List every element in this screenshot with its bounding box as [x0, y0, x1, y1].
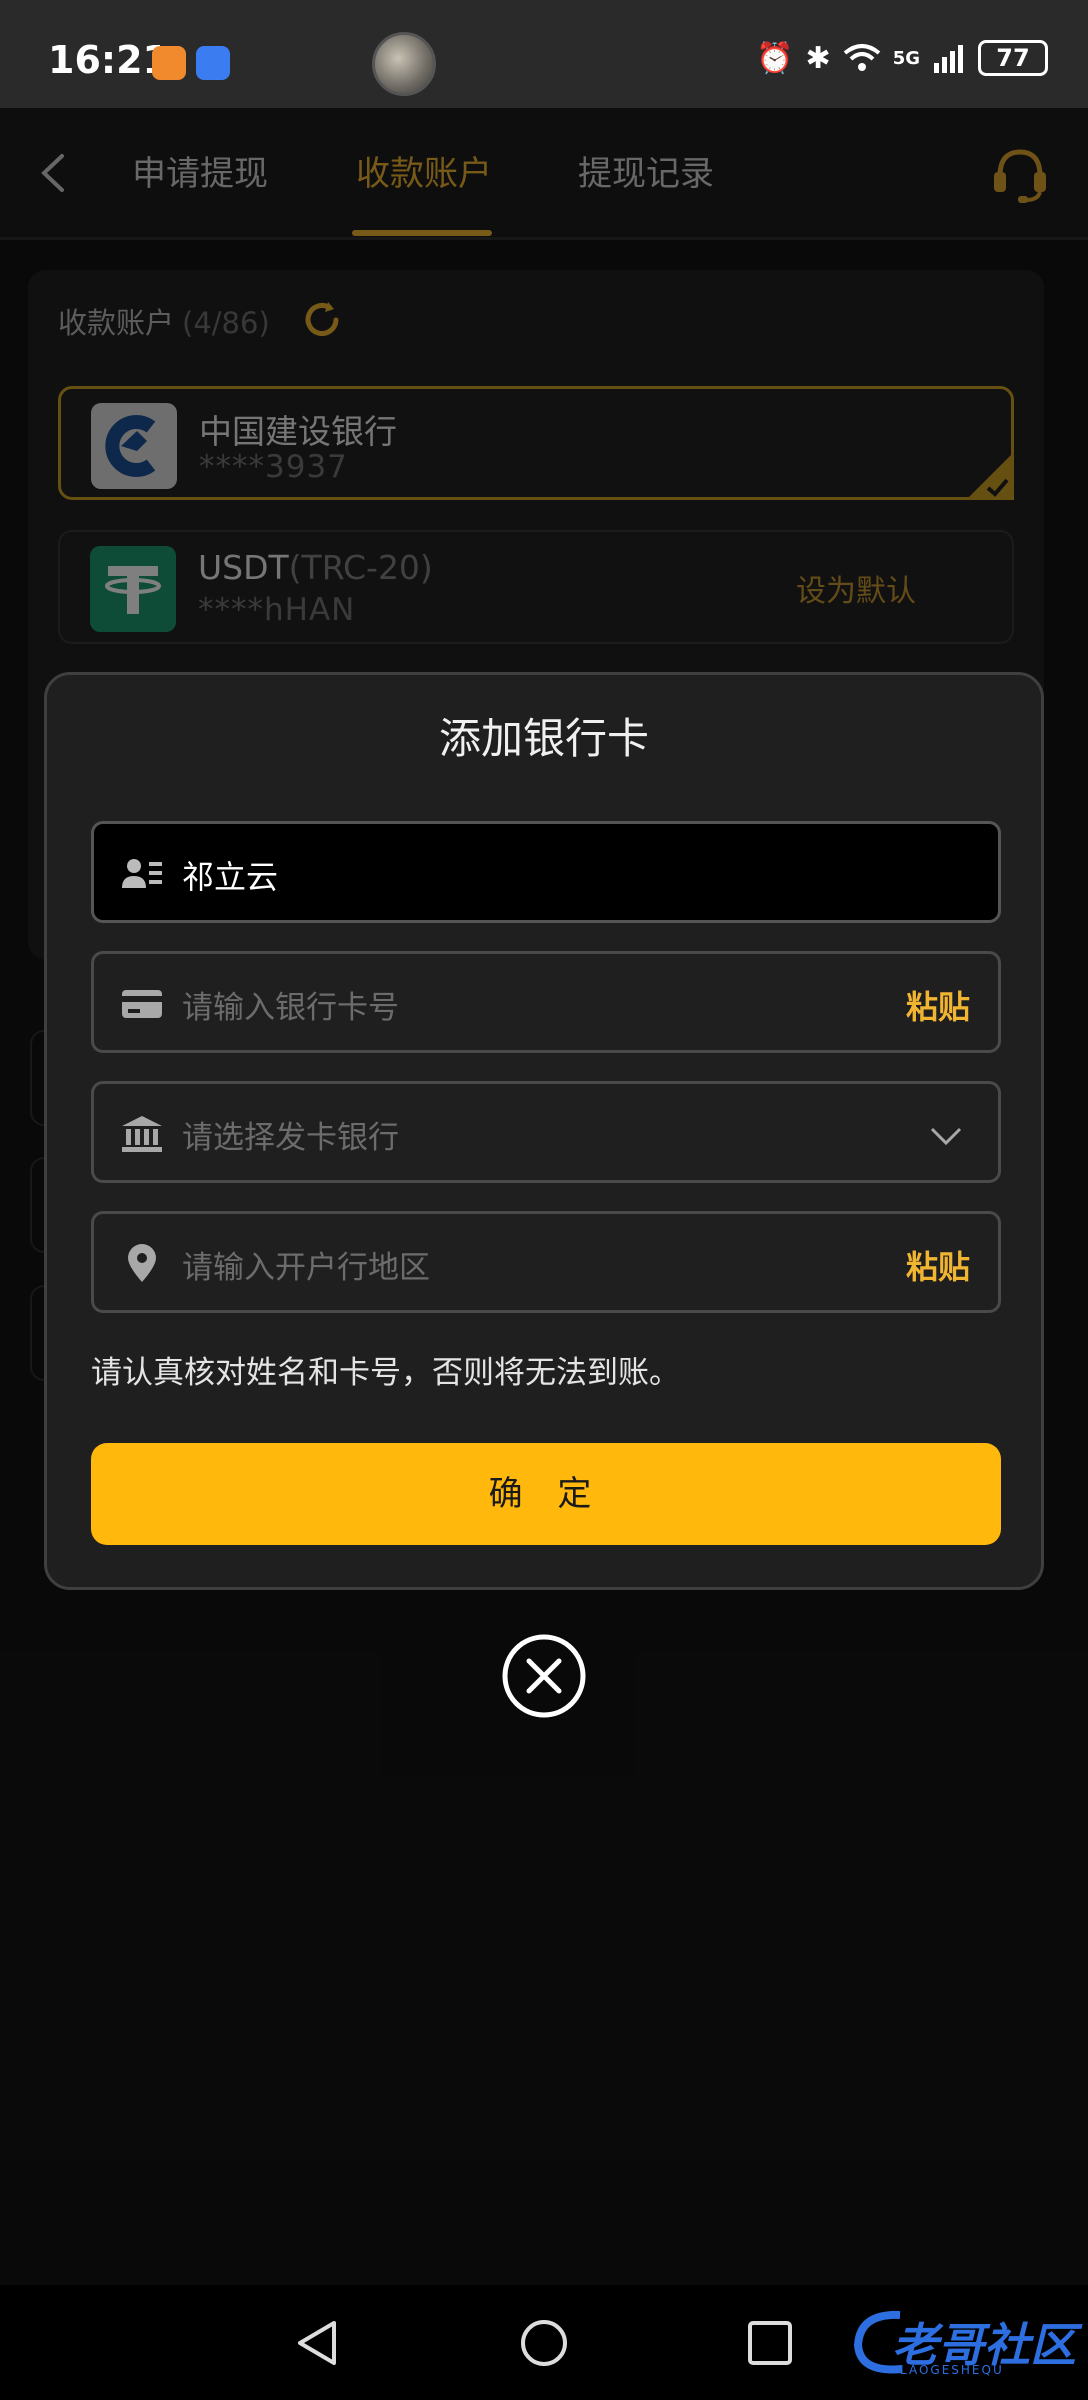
battery-icon: 77 [978, 40, 1048, 76]
close-dialog-icon[interactable] [500, 1632, 588, 1720]
issuing-bank-select[interactable]: 请选择发卡银行 [91, 1081, 1001, 1183]
status-time: 16:21 [48, 38, 169, 82]
nav-back-icon[interactable] [290, 2315, 346, 2371]
bank-icon [122, 1116, 162, 1152]
chevron-down-icon[interactable] [928, 1118, 964, 1154]
system-nav-bar: 老哥社区 LAOGESHEQU [0, 2285, 1088, 2400]
wifi-icon [843, 44, 880, 71]
confirm-button[interactable]: 确 定 [91, 1443, 1001, 1545]
bluetooth-icon: ✱ [805, 40, 831, 76]
watermark-logo: 老哥社区 LAOGESHEQU [850, 2303, 1080, 2385]
status-bar: 16:21 ⏰ ✱ 5G 77 [0, 0, 1088, 108]
paste-card-button[interactable]: 粘贴 [906, 982, 970, 1028]
nav-recents-icon[interactable] [742, 2315, 798, 2371]
add-bank-card-dialog: 添加银行卡 祁立云 请输入银行卡号 粘贴 请选择发卡银行 请输入开户行地区 粘贴… [44, 672, 1044, 1590]
network-type: 5G [892, 47, 920, 69]
app-screen: 16:21 ⏰ ✱ 5G 77 申请提现 收款账户 提现记录 收款账户 (4/8… [0, 0, 1088, 2400]
id-card-icon [122, 859, 162, 888]
issuing-bank-placeholder: 请选择发卡银行 [182, 1120, 399, 1156]
floating-avatar-icon[interactable] [372, 32, 436, 96]
cardholder-name-field[interactable]: 祁立云 [91, 821, 1001, 923]
signal-icon [934, 45, 963, 73]
credit-card-icon [122, 990, 162, 1018]
watermark-subtext: LAOGESHEQU [900, 2363, 1004, 2377]
alarm-icon: ⏰ [756, 40, 794, 76]
status-icons: ⏰ ✱ 5G 77 [756, 40, 1048, 76]
notification-chat-icon [196, 46, 230, 80]
location-pin-icon [128, 1244, 156, 1282]
cardholder-name-value: 祁立云 [182, 858, 279, 896]
bank-region-field[interactable]: 请输入开户行地区 粘贴 [91, 1211, 1001, 1313]
dialog-title: 添加银行卡 [438, 714, 649, 763]
paste-region-button[interactable]: 粘贴 [906, 1242, 970, 1288]
bank-region-placeholder: 请输入开户行地区 [182, 1250, 430, 1286]
notification-app-icon [152, 46, 186, 80]
card-number-placeholder: 请输入银行卡号 [182, 990, 399, 1026]
card-number-field[interactable]: 请输入银行卡号 粘贴 [91, 951, 1001, 1053]
nav-home-icon[interactable] [516, 2315, 572, 2371]
verification-notice: 请认真核对姓名和卡号，否则将无法到账。 [91, 1355, 680, 1391]
